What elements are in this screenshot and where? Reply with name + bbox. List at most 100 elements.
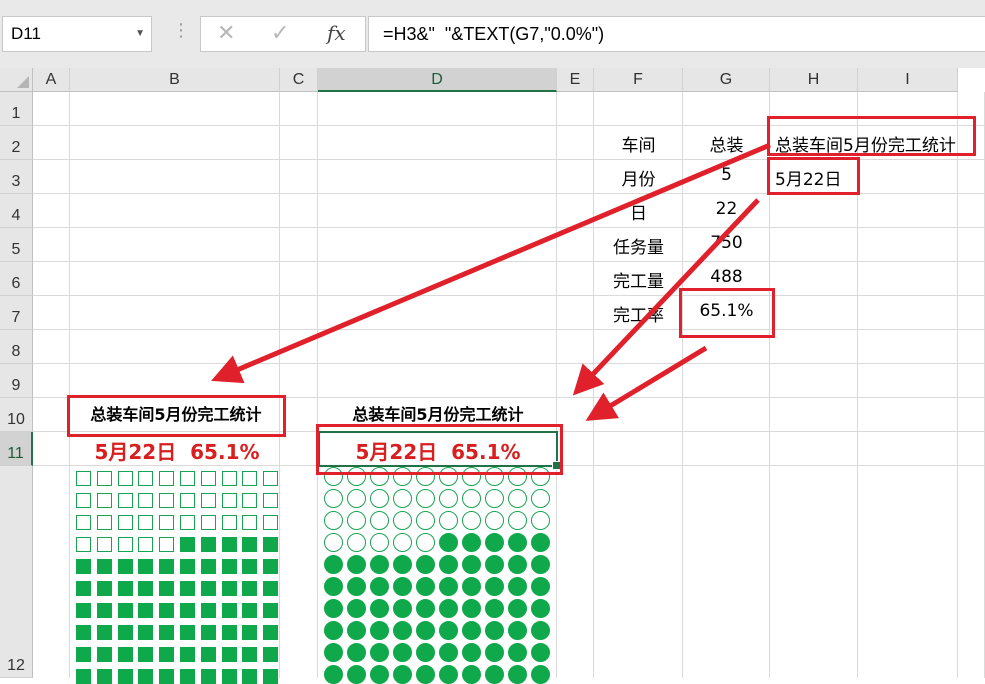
column-header-c[interactable]: C bbox=[280, 68, 318, 92]
table-value[interactable]: 22 bbox=[683, 199, 770, 219]
column-header-e[interactable]: E bbox=[557, 68, 594, 92]
chevron-down-icon[interactable]: ▼ bbox=[135, 17, 145, 51]
filled-square bbox=[242, 537, 258, 552]
empty-circle bbox=[324, 533, 343, 552]
filled-circle bbox=[462, 643, 481, 662]
filled-square bbox=[138, 603, 154, 618]
column-header-b[interactable]: B bbox=[70, 68, 280, 92]
empty-square bbox=[117, 537, 133, 552]
row-header-9[interactable]: 9 bbox=[0, 364, 33, 398]
column-header-a[interactable]: A bbox=[33, 68, 70, 92]
table-label[interactable]: 日 bbox=[594, 199, 683, 224]
filled-circle bbox=[508, 577, 527, 596]
empty-circle bbox=[439, 511, 458, 530]
filled-circle bbox=[416, 555, 435, 574]
column-header-i[interactable]: I bbox=[858, 68, 958, 92]
filled-circle bbox=[485, 643, 504, 662]
cancel-icon[interactable]: ✕ bbox=[217, 21, 235, 46]
filled-square bbox=[200, 603, 216, 618]
filled-square bbox=[117, 603, 133, 618]
highlight-box-g7 bbox=[679, 288, 775, 338]
column-header-d[interactable]: D bbox=[318, 68, 557, 92]
empty-square bbox=[96, 537, 112, 552]
row-number: 8 bbox=[11, 343, 21, 360]
empty-square bbox=[242, 493, 258, 508]
filled-circle bbox=[370, 665, 389, 684]
filled-circle bbox=[485, 533, 504, 552]
row-header-12[interactable]: 12 bbox=[0, 466, 33, 678]
filled-square bbox=[221, 581, 237, 596]
row-header-7[interactable]: 7 bbox=[0, 296, 33, 330]
row-number: 7 bbox=[11, 309, 21, 326]
row-header-6[interactable]: 6 bbox=[0, 262, 33, 296]
filled-square bbox=[96, 581, 112, 596]
row-header-2[interactable]: 2 bbox=[0, 126, 33, 160]
insert-function-icon[interactable]: fx bbox=[327, 21, 346, 45]
empty-square bbox=[159, 515, 175, 530]
filled-circle bbox=[485, 577, 504, 596]
filled-circle bbox=[347, 599, 366, 618]
filled-square bbox=[200, 581, 216, 596]
filled-square bbox=[96, 669, 112, 684]
empty-circle bbox=[439, 489, 458, 508]
filled-circle bbox=[393, 621, 412, 640]
empty-circle bbox=[485, 489, 504, 508]
filled-square bbox=[96, 603, 112, 618]
filled-square bbox=[76, 669, 91, 684]
filled-square bbox=[200, 625, 216, 640]
filled-square bbox=[76, 625, 91, 640]
table-value[interactable]: 488 bbox=[683, 267, 770, 287]
filled-circle bbox=[531, 643, 550, 662]
empty-square bbox=[117, 515, 133, 530]
filled-square bbox=[263, 669, 279, 684]
filled-square bbox=[180, 537, 195, 552]
filled-square bbox=[200, 537, 216, 552]
highlight-box-b10 bbox=[67, 395, 286, 437]
table-label[interactable]: 完工率 bbox=[594, 301, 683, 326]
row-header-5[interactable]: 5 bbox=[0, 228, 33, 262]
filled-square bbox=[76, 559, 91, 574]
filled-square bbox=[96, 625, 112, 640]
filled-circle bbox=[508, 533, 527, 552]
filled-circle bbox=[462, 533, 481, 552]
filled-square bbox=[263, 559, 279, 574]
table-label[interactable]: 车间 bbox=[594, 131, 683, 156]
filled-circle bbox=[347, 621, 366, 640]
column-header-g[interactable]: G bbox=[683, 68, 770, 92]
empty-circle bbox=[416, 511, 435, 530]
table-value[interactable]: 750 bbox=[683, 233, 770, 253]
name-box[interactable]: D11 ▼ bbox=[2, 16, 152, 52]
filled-circle bbox=[416, 643, 435, 662]
chart-title-d[interactable]: 总装车间5月份完工统计 bbox=[318, 401, 558, 425]
filled-square bbox=[96, 559, 112, 574]
table-label[interactable]: 任务量 bbox=[594, 233, 683, 258]
empty-circle bbox=[416, 533, 435, 552]
table-label[interactable]: 完工量 bbox=[594, 267, 683, 292]
filled-circle bbox=[324, 577, 343, 596]
row-header-11[interactable]: 11 bbox=[0, 432, 33, 466]
row-header-1[interactable]: 1 bbox=[0, 92, 33, 126]
row-header-4[interactable]: 4 bbox=[0, 194, 33, 228]
check-icon[interactable]: ✓ bbox=[271, 21, 289, 46]
filled-circle bbox=[393, 577, 412, 596]
result-b[interactable]: 5月22日 65.1% bbox=[70, 436, 284, 465]
table-label[interactable]: 月份 bbox=[594, 165, 683, 190]
filled-square bbox=[200, 647, 216, 662]
table-value[interactable]: 5 bbox=[683, 165, 770, 185]
column-header-h[interactable]: H bbox=[770, 68, 858, 92]
empty-circle bbox=[347, 489, 366, 508]
row-header-3[interactable]: 3 bbox=[0, 160, 33, 194]
filled-circle bbox=[531, 665, 550, 684]
row-header-8[interactable]: 8 bbox=[0, 330, 33, 364]
filled-circle bbox=[531, 533, 550, 552]
row-header-10[interactable]: 10 bbox=[0, 398, 33, 432]
column-header-f[interactable]: F bbox=[594, 68, 683, 92]
table-value[interactable]: 总装 bbox=[683, 131, 770, 156]
highlight-box-h2 bbox=[767, 116, 976, 156]
filled-circle bbox=[462, 555, 481, 574]
formula-input[interactable]: =H3&" "&TEXT(G7,"0.0%") bbox=[368, 16, 985, 52]
select-all-corner[interactable] bbox=[0, 68, 33, 92]
empty-square bbox=[263, 515, 279, 530]
empty-circle bbox=[485, 511, 504, 530]
filled-circle bbox=[439, 533, 458, 552]
